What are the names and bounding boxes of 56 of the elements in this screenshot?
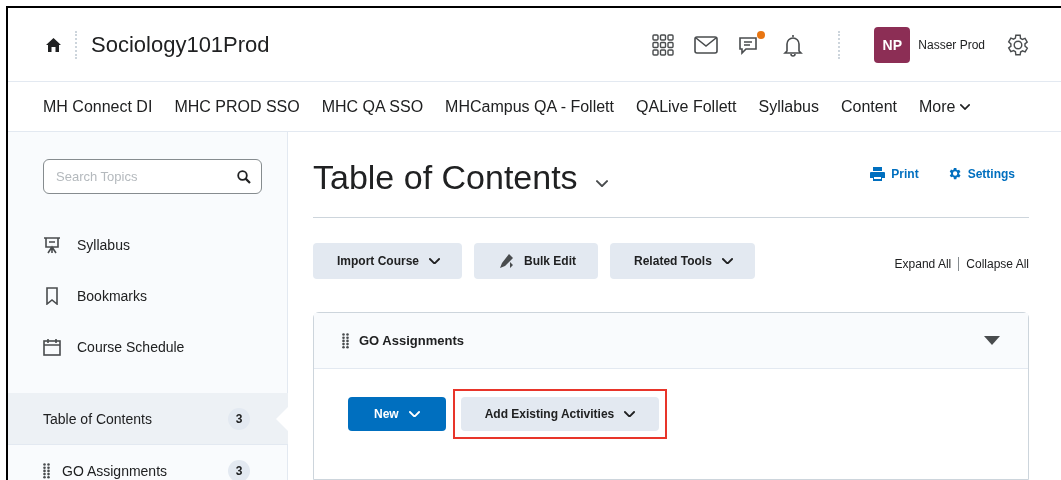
sidebar-tool[interactable]: Bookmarks <box>43 270 287 321</box>
expand-all-link[interactable]: Expand All <box>894 257 952 271</box>
home-icon[interactable] <box>46 37 61 52</box>
nav-link[interactable]: QALive Follett <box>636 97 737 116</box>
nav-link[interactable]: MH Connect DI <box>43 97 153 116</box>
course-title[interactable]: Sociology101Prod <box>91 31 270 58</box>
sidebar-module[interactable]: Table of Contents 3 <box>8 393 288 445</box>
nav-link[interactable]: MHCampus QA - Follett <box>445 97 614 116</box>
action-button[interactable]: New <box>348 397 446 431</box>
chevron-down-icon <box>721 257 733 265</box>
easel-icon <box>43 235 61 254</box>
user-name: Nasser Prod <box>918 37 985 52</box>
sidebar-tool-label: Syllabus <box>77 236 130 253</box>
sidebar-tool[interactable]: Course Schedule <box>43 321 287 372</box>
chevron-down-icon <box>960 103 971 110</box>
nav-link[interactable]: MHC QA SSO <box>321 97 424 116</box>
sidebar-module[interactable]: GO Assignments 3 <box>8 445 288 480</box>
user-avatar: NP <box>874 26 911 63</box>
toolbar-button[interactable]: Import Course <box>313 243 462 279</box>
toolbar-link[interactable]: Print <box>870 166 919 181</box>
drag-handle-icon <box>43 462 50 479</box>
app-grid-icon[interactable] <box>652 33 675 56</box>
bell-icon[interactable] <box>782 32 805 57</box>
collapse-toggle[interactable] <box>984 336 1000 345</box>
bookmark-icon <box>43 286 61 305</box>
sidebar-tool-label: Bookmarks <box>77 287 148 304</box>
sidebar-tool-label: Course Schedule <box>77 338 185 355</box>
sidebar-tool[interactable]: Syllabus <box>43 219 287 270</box>
search-icon[interactable] <box>237 170 251 184</box>
collapse-all-link[interactable]: Collapse All <box>966 257 1029 271</box>
page-title: Table of Contents <box>313 158 578 197</box>
chat-icon[interactable] <box>738 32 763 57</box>
action-button[interactable]: Add Existing Activities <box>460 397 660 431</box>
chevron-down-icon <box>429 257 440 265</box>
toolbar-button[interactable]: Related Tools <box>610 243 755 279</box>
chevron-down-icon <box>408 410 420 418</box>
chevron-down-icon <box>624 410 636 418</box>
module-title: GO Assignments <box>359 333 464 348</box>
nav-link[interactable]: More <box>919 97 971 116</box>
toolbar-link[interactable]: Settings <box>946 166 1015 181</box>
module-label: GO Assignments <box>62 462 168 479</box>
pencil-icon <box>498 253 514 269</box>
drag-handle-icon <box>342 332 349 349</box>
count-badge: 3 <box>228 407 250 430</box>
search-field[interactable]: Search Topics <box>43 159 262 194</box>
count-badge: 3 <box>228 459 250 480</box>
nav-link[interactable]: Syllabus <box>758 97 819 116</box>
nav-link[interactable]: Content <box>841 97 898 116</box>
mail-icon[interactable] <box>694 35 719 54</box>
calendar-icon <box>43 337 61 356</box>
toolbar-button[interactable]: Bulk Edit <box>474 243 599 279</box>
nav-link[interactable]: MHC PROD SSO <box>174 97 300 116</box>
module-label: Table of Contents <box>43 410 152 427</box>
printer-icon <box>870 166 886 181</box>
user-menu[interactable]: NP Nasser Prod <box>874 26 985 63</box>
chevron-down-icon <box>595 179 608 188</box>
